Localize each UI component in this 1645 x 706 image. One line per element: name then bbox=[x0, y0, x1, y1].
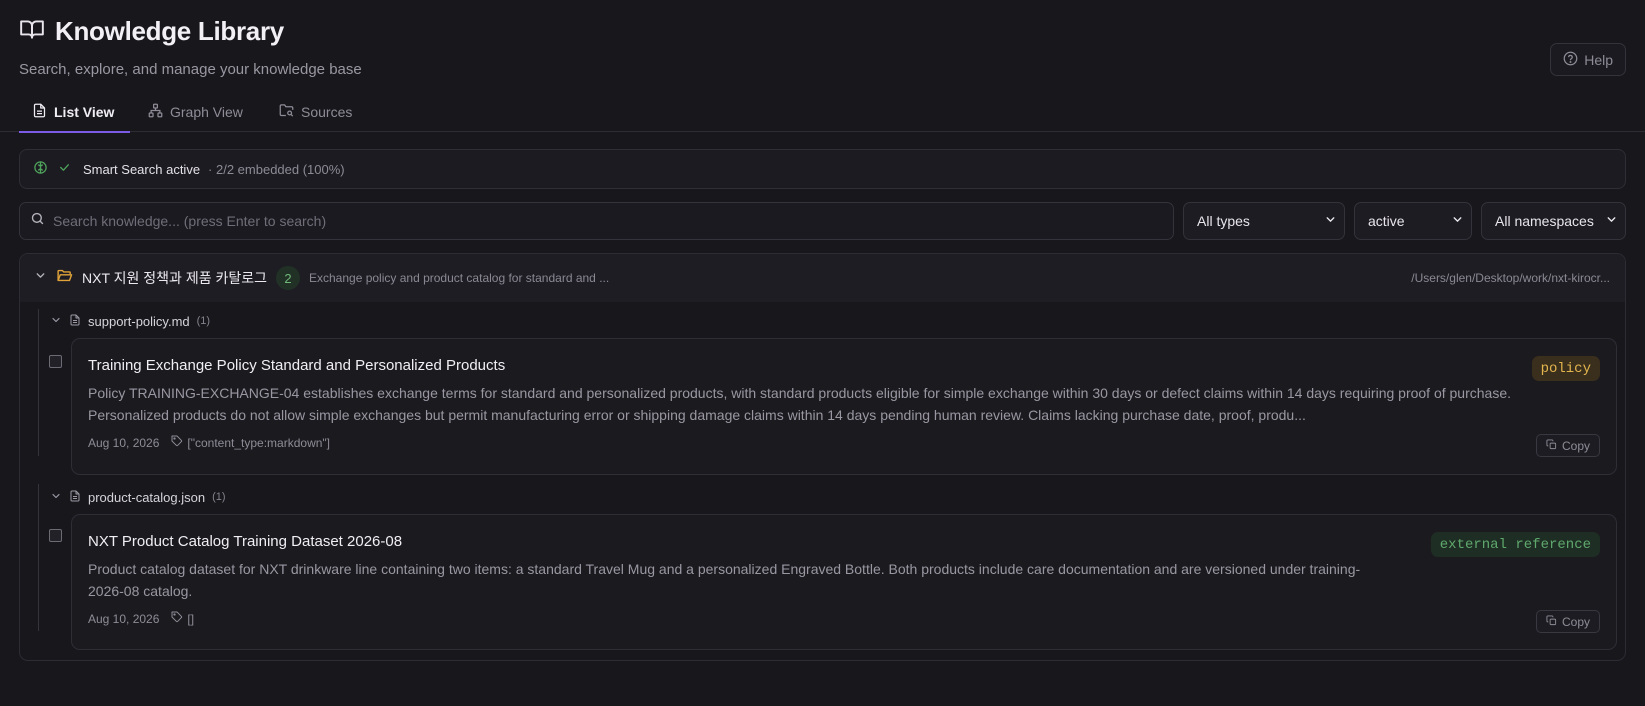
tab-label: Graph View bbox=[170, 104, 243, 120]
page-title: Knowledge Library bbox=[55, 16, 284, 46]
entry-description: Policy TRAINING-EXCHANGE-04 establishes … bbox=[88, 385, 1512, 423]
brain-icon bbox=[33, 160, 48, 178]
graph-icon bbox=[148, 103, 163, 121]
group-header[interactable]: NXT 지원 정책과 제품 카탈로그 2 Exchange policy and… bbox=[20, 254, 1625, 302]
entry-title: NXT Product Catalog Training Dataset 202… bbox=[88, 533, 403, 550]
type-filter-value: All types bbox=[1197, 213, 1250, 229]
chevron-down-icon bbox=[1324, 213, 1337, 229]
group-count-badge: 2 bbox=[276, 266, 300, 290]
entry-tags-text: ["content_type:markdown"] bbox=[187, 435, 330, 450]
view-tabs: List View Graph View Sources bbox=[0, 92, 1645, 133]
knowledge-entry-card[interactable]: Training Exchange Policy Standard and Pe… bbox=[71, 338, 1617, 475]
copy-label: Copy bbox=[1561, 614, 1590, 629]
entry-description: Product catalog dataset for NXT drinkwar… bbox=[88, 561, 1361, 599]
chevron-down-icon[interactable] bbox=[50, 314, 62, 329]
namespace-filter-select[interactable]: All namespaces bbox=[1481, 202, 1626, 240]
copy-button[interactable]: Copy bbox=[1535, 610, 1600, 633]
entry-meta: Aug 10, 2026 [] bbox=[88, 611, 194, 626]
type-filter-select[interactable]: All types bbox=[1183, 202, 1345, 240]
group-name: NXT 지원 정책과 제품 카탈로그 bbox=[82, 270, 267, 286]
entry-type-badge: policy bbox=[1531, 356, 1600, 381]
file-entry-count: (1) bbox=[196, 315, 211, 327]
file-name: support-policy.md bbox=[88, 313, 190, 329]
group-path: /Users/glen/Desktop/work/nxt-kirocr... bbox=[1411, 271, 1610, 285]
entry-select-checkbox[interactable] bbox=[49, 355, 62, 368]
tab-label: List View bbox=[54, 104, 115, 120]
entry-title: Training Exchange Policy Standard and Pe… bbox=[88, 357, 506, 374]
search-icon bbox=[30, 211, 45, 231]
tree-line bbox=[38, 484, 39, 631]
help-button[interactable]: Help bbox=[1550, 43, 1626, 76]
embedded-count: · 2/2 embedded (100%) bbox=[208, 161, 345, 177]
tree-line bbox=[38, 309, 39, 456]
knowledge-entry-card[interactable]: NXT Product Catalog Training Dataset 202… bbox=[71, 514, 1617, 650]
knowledge-group: NXT 지원 정책과 제품 카탈로그 2 Exchange policy and… bbox=[19, 253, 1626, 661]
folder-search-icon bbox=[279, 103, 294, 121]
copy-icon bbox=[1546, 614, 1557, 629]
file-icon bbox=[69, 490, 81, 505]
chevron-down-icon[interactable] bbox=[50, 490, 62, 505]
entry-date: Aug 10, 2026 bbox=[88, 435, 160, 450]
tab-graph-view[interactable]: Graph View bbox=[148, 92, 243, 132]
chevron-down-icon bbox=[1605, 213, 1618, 229]
status-filter-select[interactable]: active bbox=[1354, 202, 1472, 240]
tab-sources[interactable]: Sources bbox=[279, 92, 352, 132]
copy-icon bbox=[1546, 438, 1557, 453]
tag-icon bbox=[171, 611, 183, 626]
file-text-icon bbox=[32, 103, 47, 121]
copy-button[interactable]: Copy bbox=[1535, 434, 1600, 457]
help-label: Help bbox=[1584, 51, 1613, 68]
help-circle-icon bbox=[1563, 51, 1578, 69]
tab-label: Sources bbox=[301, 104, 353, 120]
chevron-down-icon[interactable] bbox=[34, 269, 47, 287]
entry-tags: ["content_type:markdown"] bbox=[171, 435, 330, 450]
tab-list-view[interactable]: List View bbox=[19, 92, 130, 133]
status-filter-value: active bbox=[1368, 213, 1405, 229]
entry-date: Aug 10, 2026 bbox=[88, 611, 160, 626]
entry-type-badge: external reference bbox=[1430, 532, 1600, 557]
tag-icon bbox=[171, 435, 183, 450]
entry-tags-text: [] bbox=[187, 611, 195, 626]
smart-search-status: Smart Search active · 2/2 embedded (100%… bbox=[19, 149, 1626, 189]
file-row-support-policy[interactable]: support-policy.md (1) bbox=[50, 310, 210, 332]
entry-meta: Aug 10, 2026 ["content_type:markdown"] bbox=[88, 435, 330, 450]
search-input[interactable] bbox=[53, 213, 1173, 229]
file-icon bbox=[69, 314, 81, 329]
smart-search-label: Smart Search active bbox=[83, 161, 201, 177]
folder-open-icon bbox=[56, 267, 73, 289]
book-open-icon bbox=[19, 16, 45, 47]
entry-tags: [] bbox=[171, 611, 194, 626]
check-icon bbox=[58, 161, 71, 177]
page-subtitle: Search, explore, and manage your knowled… bbox=[19, 61, 362, 78]
chevron-down-icon bbox=[1451, 213, 1464, 229]
namespace-filter-value: All namespaces bbox=[1495, 213, 1594, 229]
file-entry-count: (1) bbox=[212, 491, 226, 503]
search-box bbox=[19, 202, 1174, 240]
group-description: Exchange policy and product catalog for … bbox=[309, 271, 610, 285]
page-header: Knowledge Library Search, explore, and m… bbox=[19, 16, 362, 78]
file-name: product-catalog.json bbox=[88, 489, 206, 505]
entry-select-checkbox[interactable] bbox=[49, 529, 62, 542]
copy-label: Copy bbox=[1561, 438, 1590, 453]
title-row: Knowledge Library bbox=[19, 16, 362, 47]
file-row-product-catalog[interactable]: product-catalog.json (1) bbox=[50, 486, 226, 508]
